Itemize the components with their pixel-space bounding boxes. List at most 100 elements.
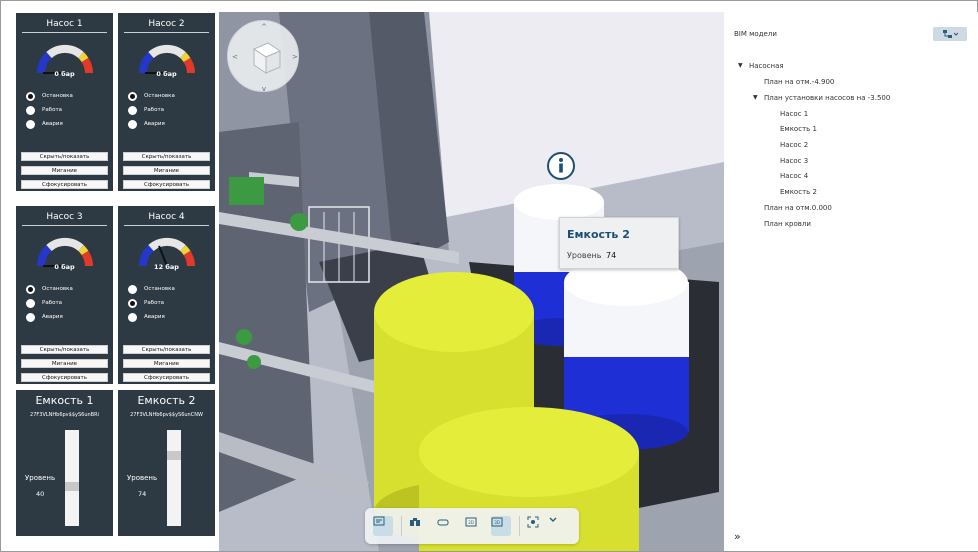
expand-panel-icon[interactable]: » xyxy=(734,530,741,543)
3d-viewport[interactable]: Емкость 2 Уровень 74 ^ v < > 2D 3D xyxy=(219,12,724,551)
level-slider[interactable] xyxy=(167,430,181,526)
tooltip-title: Емкость 2 xyxy=(567,228,630,241)
radio-label: Авария xyxy=(42,121,63,127)
object-tooltip: Емкость 2 Уровень 74 xyxy=(559,217,679,269)
chevron-down-icon[interactable] xyxy=(549,516,563,536)
pump-panel-4: Насос 4 12 бар Остановка Работа Авария С… xyxy=(118,206,215,384)
tree-item[interactable]: План кровли xyxy=(764,220,811,228)
controller-icon[interactable] xyxy=(437,516,457,536)
tree-item[interactable]: Насос 2 xyxy=(780,141,808,149)
focus-button[interactable]: Сфокусировать xyxy=(123,180,210,189)
toolbar-divider xyxy=(519,516,520,536)
tree-title: BIM модели xyxy=(734,30,777,38)
focus-button[interactable]: Сфокусировать xyxy=(21,180,108,189)
tank-id: 27F3VLNHb6pv$$yS6unBRi xyxy=(30,412,99,418)
level-slider-thumb[interactable] xyxy=(65,482,79,491)
hierarchy-icon xyxy=(943,30,958,38)
bim-tree-panel: BIM модели ▼ Насосная План на отм.-4.900… xyxy=(724,12,978,551)
radio-stop[interactable]: Остановка xyxy=(128,284,175,294)
radio-label: Работа xyxy=(144,107,165,113)
viewer-toolbar: 2D 3D xyxy=(365,508,579,544)
radio-work[interactable]: Работа xyxy=(26,298,62,308)
radio-label: Остановка xyxy=(42,93,73,99)
radio-dot xyxy=(128,105,137,115)
tank-title: Емкость 2 xyxy=(137,394,196,407)
hide-show-button[interactable]: Скрыть/показать xyxy=(123,345,210,354)
level-label: Уровень xyxy=(25,474,56,482)
tree-item[interactable]: Емкость 2 xyxy=(780,188,817,196)
radio-work[interactable]: Работа xyxy=(26,105,62,115)
tank-title: Емкость 1 xyxy=(35,394,94,407)
radio-alarm[interactable]: Авария xyxy=(26,119,63,129)
radio-label: Остановка xyxy=(42,286,73,292)
pump-title: Насос 1 xyxy=(22,17,107,33)
radio-label: Авария xyxy=(144,314,165,320)
svg-text:v: v xyxy=(262,85,266,93)
tooltip-value: 74 xyxy=(606,251,617,260)
tooltip-label: Уровень xyxy=(567,251,602,260)
level-slider[interactable] xyxy=(65,430,79,526)
model-select-button[interactable] xyxy=(933,27,967,41)
focus-icon[interactable] xyxy=(527,516,547,536)
collapse-caret-icon[interactable]: ▼ xyxy=(738,62,743,69)
tank-panel-1: Емкость 1 27F3VLNHb6pv$$yS6unBRi Уровень… xyxy=(16,390,113,536)
tree-item[interactable]: Насосная xyxy=(749,62,784,70)
radio-alarm[interactable]: Авария xyxy=(128,119,165,129)
radio-work[interactable]: Работа xyxy=(128,298,164,308)
focus-button[interactable]: Сфокусировать xyxy=(21,373,108,382)
app-window: Насос 1 0 бар Остановка Работа Авария Ск… xyxy=(0,0,978,552)
focus-button[interactable]: Сфокусировать xyxy=(123,373,210,382)
binoculars-icon[interactable] xyxy=(409,516,429,536)
view-cube-icon: ^ v < > xyxy=(232,23,298,93)
radio-dot xyxy=(128,298,137,308)
collapse-caret-icon[interactable]: ▼ xyxy=(753,94,758,101)
svg-text:^: ^ xyxy=(261,23,267,31)
pump-title: Насос 3 xyxy=(22,210,107,226)
radio-label: Авария xyxy=(144,121,165,127)
level-value: 40 xyxy=(36,490,45,498)
radio-dot xyxy=(26,91,35,101)
pump-title: Насос 2 xyxy=(124,17,209,33)
blink-button[interactable]: Мигание xyxy=(123,359,210,368)
radio-alarm[interactable]: Авария xyxy=(128,312,165,322)
blink-button[interactable]: Мигание xyxy=(21,166,108,175)
comment-icon[interactable] xyxy=(373,516,393,536)
radio-dot xyxy=(128,284,137,294)
radio-label: Работа xyxy=(144,300,165,306)
radio-dot xyxy=(26,119,35,129)
radio-work[interactable]: Работа xyxy=(128,105,164,115)
tree-item[interactable]: План установки насосов на -3.500 xyxy=(764,94,890,102)
tree-item[interactable]: Емкость 1 xyxy=(780,125,817,133)
tree-item[interactable]: Насос 3 xyxy=(780,157,808,165)
hide-show-button[interactable]: Скрыть/показать xyxy=(21,152,108,161)
navigation-cube[interactable]: ^ v < > xyxy=(227,20,299,93)
radio-dot xyxy=(26,105,35,115)
info-icon[interactable] xyxy=(546,151,576,181)
radio-alarm[interactable]: Авария xyxy=(26,312,63,322)
radio-stop[interactable]: Остановка xyxy=(26,284,73,294)
level-value: 74 xyxy=(138,490,147,498)
radio-stop[interactable]: Остановка xyxy=(26,91,73,101)
hide-show-button[interactable]: Скрыть/показать xyxy=(123,152,210,161)
tree-item[interactable]: Насос 4 xyxy=(780,172,808,180)
tree-item[interactable]: Насос 1 xyxy=(780,110,808,118)
radio-label: Работа xyxy=(42,300,63,306)
blink-button[interactable]: Мигание xyxy=(123,166,210,175)
pressure-value: 12 бар xyxy=(154,263,179,271)
tree-item[interactable]: План на отм.-4.900 xyxy=(764,78,834,86)
level-label: Уровень xyxy=(127,474,158,482)
3d-icon[interactable]: 3D xyxy=(491,516,511,536)
tree-item[interactable]: План на отм.0.000 xyxy=(764,204,832,212)
level-slider-thumb[interactable] xyxy=(167,451,181,460)
hide-show-button[interactable]: Скрыть/показать xyxy=(21,345,108,354)
tank-panel-2: Емкость 2 27F3VLNHb6pv$$yS6unCNW Уровень… xyxy=(118,390,215,536)
svg-text:>: > xyxy=(292,53,298,61)
2d-icon[interactable]: 2D xyxy=(465,516,485,536)
radio-dot xyxy=(26,312,35,322)
pump-title: Насос 4 xyxy=(124,210,209,226)
blink-button[interactable]: Мигание xyxy=(21,359,108,368)
radio-stop[interactable]: Остановка xyxy=(128,91,175,101)
radio-dot xyxy=(128,91,137,101)
pump-panel-1: Насос 1 0 бар Остановка Работа Авария Ск… xyxy=(16,13,113,191)
pump-panel-3: Насос 3 0 бар Остановка Работа Авария Ск… xyxy=(16,206,113,384)
